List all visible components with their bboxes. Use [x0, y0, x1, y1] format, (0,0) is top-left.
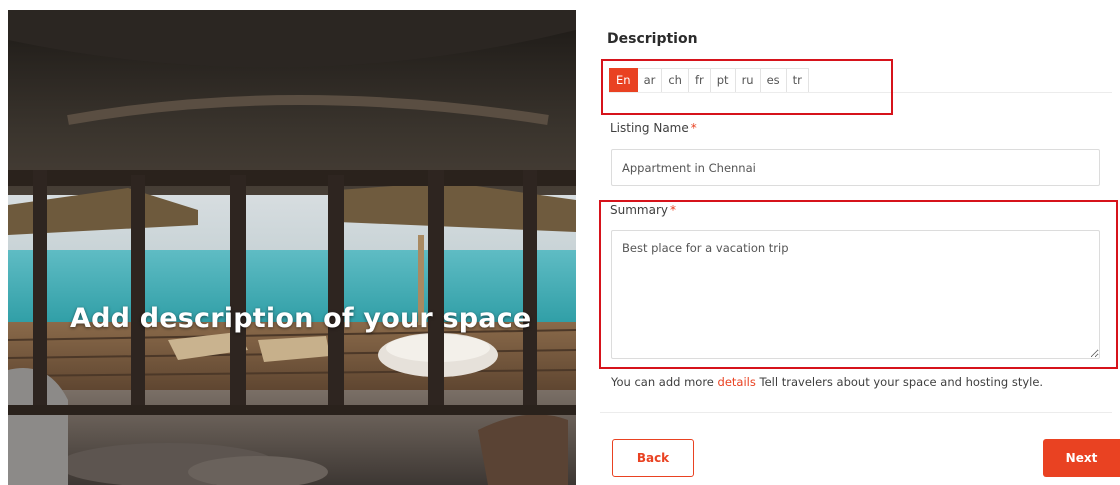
- hero-title: Add description of your space: [70, 303, 532, 334]
- resort-photo: [8, 10, 576, 485]
- next-button[interactable]: Next: [1043, 439, 1120, 477]
- back-button[interactable]: Back: [612, 439, 694, 477]
- required-mark: *: [690, 121, 697, 135]
- tabs-highlight-box: [601, 59, 893, 115]
- listing-name-label: Listing Name *: [610, 121, 697, 135]
- form-divider: [600, 412, 1112, 413]
- hero-image: Add description of your space: [8, 10, 576, 485]
- help-text: You can add more details Tell travelers …: [611, 375, 1043, 389]
- summary-highlight-box: [599, 200, 1118, 369]
- section-title: Description: [607, 31, 698, 47]
- listing-name-input[interactable]: [611, 149, 1100, 186]
- details-link[interactable]: details: [718, 375, 756, 389]
- listing-name-label-text: Listing Name: [610, 121, 689, 135]
- help-suffix: Tell travelers about your space and host…: [759, 375, 1044, 389]
- help-prefix: You can add more: [611, 375, 714, 389]
